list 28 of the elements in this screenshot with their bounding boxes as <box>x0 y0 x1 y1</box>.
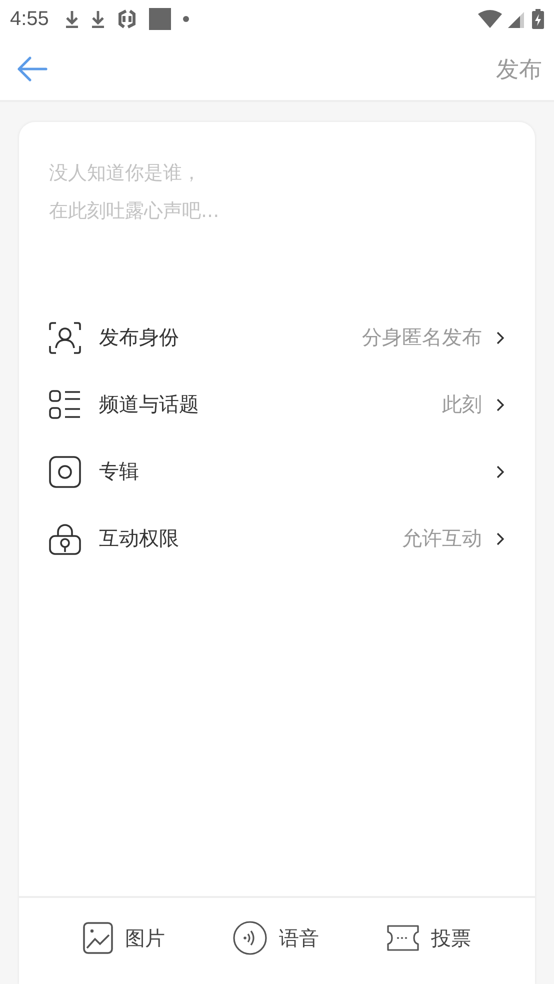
ticket-icon <box>387 923 419 953</box>
attach-button[interactable]: 图片 <box>83 922 165 954</box>
wifi-icon <box>478 10 502 28</box>
chevron-icon <box>496 532 505 546</box>
chevron-icon <box>496 330 505 344</box>
lock-icon <box>49 522 81 554</box>
list-icon <box>49 388 81 420</box>
status-time: 4:55 <box>10 8 49 30</box>
setting-row[interactable]: 互动权限 允许互动 <box>49 505 505 572</box>
signal-icon <box>508 10 526 28</box>
battery-icon <box>532 9 544 29</box>
chevron-icon <box>496 398 505 412</box>
sync-icon <box>116 8 137 30</box>
download-icon <box>64 10 79 28</box>
attach-button[interactable]: 语音 <box>233 921 319 955</box>
square-icon <box>148 8 171 30</box>
attach-button[interactable]: 投票 <box>387 923 471 953</box>
chevron-icon <box>496 464 505 478</box>
person-frame-icon <box>49 322 81 354</box>
back-button[interactable] <box>16 55 48 83</box>
download-icon <box>90 10 105 28</box>
album-icon <box>49 456 81 488</box>
setting-row[interactable]: 发布身份 分身匿名发布 <box>49 304 505 371</box>
dot-icon <box>182 16 189 22</box>
setting-row[interactable]: 专辑 <box>49 438 505 505</box>
image-icon <box>83 922 113 954</box>
voice-icon <box>233 921 267 955</box>
setting-row[interactable]: 频道与话题 此刻 <box>49 371 505 438</box>
